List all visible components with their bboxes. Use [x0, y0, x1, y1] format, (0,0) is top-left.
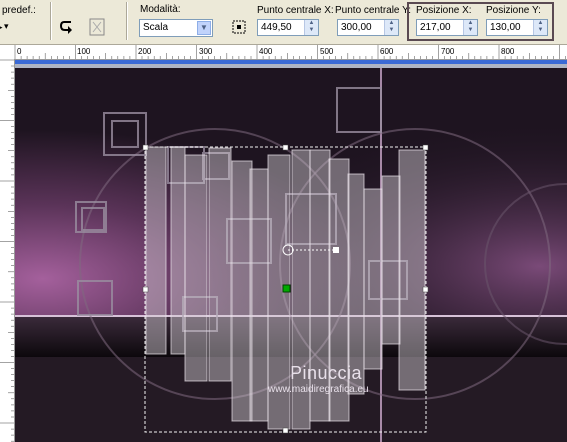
vertical-ruler — [0, 59, 15, 442]
preset-label: predef.: — [2, 5, 36, 16]
toolbar-separator — [50, 2, 52, 40]
ruler-tick-label: 400 — [259, 47, 273, 56]
dark-band — [15, 317, 567, 357]
position-x-input[interactable]: 217,00 ▲ ▼ — [416, 19, 478, 36]
vertical-bar — [231, 160, 253, 422]
center-point-icon[interactable] — [282, 284, 291, 293]
handle-middle-left[interactable] — [142, 286, 149, 293]
ruler-ticks: 0 100 200 300 400 500 600 700 800 — [14, 45, 566, 59]
position-y-input[interactable]: 130,00 ▲ ▼ — [486, 19, 548, 36]
vertical-bar — [381, 175, 401, 345]
spin-arrows-icon[interactable]: ▲ ▼ — [304, 20, 318, 35]
center-y-input[interactable]: 300,00 ▲ ▼ — [337, 19, 399, 36]
handle-middle-right[interactable] — [422, 286, 429, 293]
background-glow — [15, 68, 567, 316]
center-target-icon — [232, 20, 246, 34]
flip-button[interactable] — [86, 16, 108, 38]
ruler-ticks — [0, 59, 14, 442]
handle-top-right[interactable] — [422, 144, 429, 151]
center-x-label: Punto centrale X: — [257, 5, 334, 16]
position-x-label: Posizione X: — [416, 5, 472, 16]
reset-rotate-button[interactable] — [56, 16, 78, 38]
vertical-bar — [363, 188, 383, 370]
vertical-bar — [347, 173, 365, 395]
watermark-url: www.maidiregrafica.eu — [268, 384, 369, 395]
watermark-name: Pinuccia — [290, 363, 363, 383]
preset-dropdown-icon[interactable]: ▸ — [0, 22, 3, 33]
position-y-value: 130,00 — [490, 22, 521, 33]
spin-arrows-icon[interactable]: ▲ ▼ — [384, 20, 398, 35]
center-y-label: Punto centrale Y: — [335, 5, 411, 16]
mode-select[interactable]: Scala ▼ — [139, 19, 213, 37]
ruler-tick-label: 200 — [138, 47, 152, 56]
center-button[interactable] — [228, 16, 250, 38]
rotation-handle[interactable] — [333, 247, 339, 253]
position-x-value: 217,00 — [420, 22, 451, 33]
ruler-tick-label: 500 — [320, 47, 334, 56]
rotate-arrow-icon — [59, 21, 72, 34]
ruler-tick-label: 700 — [441, 47, 455, 56]
center-x-value: 449,50 — [261, 22, 292, 33]
toolbar: predef.: ▾ ▸ Modalità: Scala ▼ Punto cen… — [0, 0, 567, 45]
ruler-tick-label: 0 — [17, 47, 22, 56]
vertical-bar — [145, 146, 167, 355]
center-x-input[interactable]: 449,50 ▲ ▼ — [257, 19, 319, 36]
chevron-down-icon[interactable]: ▼ — [197, 21, 211, 35]
spin-arrows-icon[interactable]: ▲ ▼ — [533, 20, 547, 35]
ruler-tick-label: 100 — [77, 47, 91, 56]
vertical-bar — [208, 147, 232, 382]
mode-label: Modalità: — [140, 4, 181, 15]
ruler-tick-label: 600 — [380, 47, 394, 56]
vertical-bar — [398, 149, 426, 391]
flip-icon — [89, 18, 105, 36]
position-y-label: Posizione Y: — [486, 5, 541, 16]
handle-top-center[interactable] — [282, 144, 289, 151]
vertical-bar — [249, 168, 269, 422]
ruler-tick-label: 800 — [501, 47, 515, 56]
preset-dropdown-arrow-icon[interactable]: ▾ — [4, 21, 9, 32]
spin-arrows-icon[interactable]: ▲ ▼ — [463, 20, 477, 35]
vertical-bar — [170, 146, 186, 355]
center-y-value: 300,00 — [341, 22, 372, 33]
ruler-tick-label: 300 — [199, 47, 213, 56]
vertical-bar — [184, 154, 208, 382]
mode-value: Scala — [143, 22, 169, 33]
toolbar-separator — [126, 2, 128, 40]
horizontal-ruler: 0 100 200 300 400 500 600 700 800 — [0, 45, 567, 60]
handle-bottom-center[interactable] — [282, 427, 289, 434]
handle-top-left[interactable] — [142, 144, 149, 151]
